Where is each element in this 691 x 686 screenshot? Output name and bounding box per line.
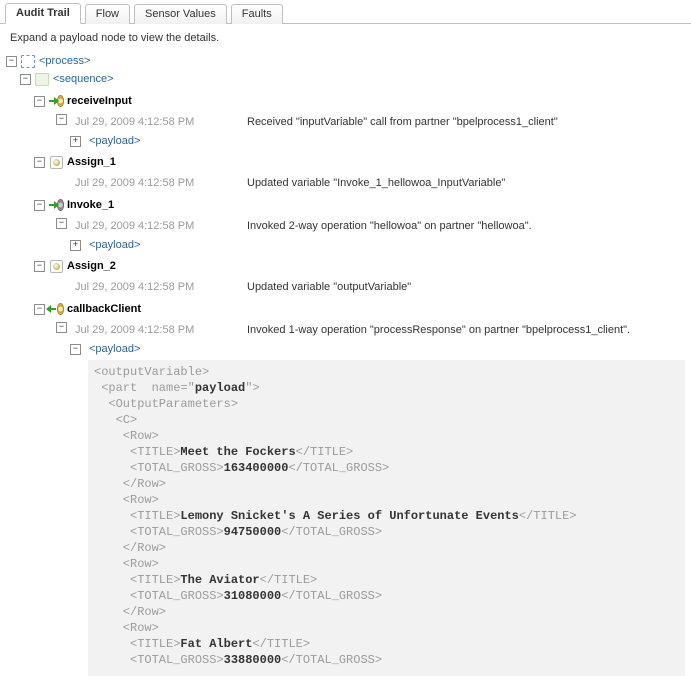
- node-sequence[interactable]: <sequence>: [6, 70, 685, 88]
- tab-faults[interactable]: Faults: [231, 4, 283, 24]
- toggle-icon[interactable]: [56, 114, 67, 125]
- node-label: <payload>: [89, 237, 140, 253]
- tag-icon: [35, 73, 49, 85]
- node-label: callbackClient: [67, 301, 141, 317]
- node-assign-2[interactable]: Assign_2: [6, 257, 685, 275]
- node-receive-input[interactable]: receiveInput: [6, 92, 685, 110]
- node-payload[interactable]: <payload>: [6, 236, 685, 254]
- node-label: Invoke_1: [67, 197, 114, 213]
- toggle-icon[interactable]: [70, 344, 81, 355]
- assign-icon: [49, 260, 63, 272]
- tab-audit-trail[interactable]: Audit Trail: [5, 3, 81, 24]
- toggle-icon[interactable]: [34, 157, 45, 168]
- node-process[interactable]: <process>: [6, 52, 685, 70]
- node-label: <payload>: [89, 133, 140, 149]
- node-assign-1[interactable]: Assign_1: [6, 153, 685, 171]
- event-row: Jul 29, 2009 4:12:58 PM Invoked 1-way op…: [6, 322, 685, 340]
- node-label: <payload>: [89, 341, 140, 357]
- toggle-icon[interactable]: [6, 56, 17, 67]
- toggle-icon[interactable]: [70, 136, 81, 147]
- event-message: Received "inputVariable" call from partn…: [247, 114, 558, 130]
- event-message: Updated variable "Invoke_1_hellowoa_Inpu…: [247, 175, 505, 191]
- event-row: Jul 29, 2009 4:12:58 PM Received "inputV…: [6, 114, 685, 132]
- node-label: receiveInput: [67, 93, 132, 109]
- event-message: Updated variable "outputVariable": [247, 279, 411, 295]
- node-label: <sequence>: [53, 71, 114, 87]
- toggle-icon[interactable]: [20, 74, 31, 85]
- receive-icon: [49, 95, 63, 107]
- node-payload[interactable]: <payload>: [6, 132, 685, 150]
- event-row: Jul 29, 2009 4:12:58 PM Updated variable…: [6, 175, 685, 193]
- node-label: Assign_2: [67, 258, 116, 274]
- toggle-icon[interactable]: [56, 218, 67, 229]
- node-invoke-1[interactable]: Invoke_1: [6, 196, 685, 214]
- event-timestamp: Jul 29, 2009 4:12:58 PM: [71, 279, 225, 295]
- node-payload-expanded[interactable]: <payload>: [6, 340, 685, 358]
- assign-icon: [49, 156, 63, 168]
- event-timestamp: Jul 29, 2009 4:12:58 PM: [71, 322, 225, 338]
- node-label: <process>: [39, 53, 90, 69]
- callback-icon: [49, 303, 63, 315]
- tag-icon: [21, 55, 35, 67]
- toggle-icon[interactable]: [34, 200, 45, 211]
- tab-flow[interactable]: Flow: [85, 4, 130, 24]
- tab-bar: Audit Trail Flow Sensor Values Faults: [0, 0, 691, 24]
- audit-tree: <process> <sequence> receiveInput Jul 29…: [0, 52, 691, 686]
- tab-sensor-values[interactable]: Sensor Values: [134, 4, 227, 24]
- node-label: Assign_1: [67, 154, 116, 170]
- event-message: Invoked 2-way operation "hellowoa" on pa…: [247, 218, 532, 234]
- payload-xml-content: <outputVariable> <part name="payload"> <…: [88, 360, 685, 676]
- event-timestamp: Jul 29, 2009 4:12:58 PM: [71, 218, 225, 234]
- toggle-icon[interactable]: [34, 96, 45, 107]
- event-row: Jul 29, 2009 4:12:58 PM Updated variable…: [6, 279, 685, 297]
- toggle-icon[interactable]: [56, 322, 67, 333]
- toggle-icon[interactable]: [34, 304, 45, 315]
- hint-text: Expand a payload node to view the detail…: [0, 24, 691, 52]
- event-timestamp: Jul 29, 2009 4:12:58 PM: [71, 114, 225, 130]
- toggle-icon[interactable]: [34, 261, 45, 272]
- event-timestamp: Jul 29, 2009 4:12:58 PM: [71, 175, 225, 191]
- event-row: Jul 29, 2009 4:12:58 PM Invoked 2-way op…: [6, 218, 685, 236]
- invoke-icon: [49, 199, 63, 211]
- node-callback-client[interactable]: callbackClient: [6, 300, 685, 318]
- event-message: Invoked 1-way operation "processResponse…: [247, 322, 630, 338]
- toggle-icon[interactable]: [70, 240, 81, 251]
